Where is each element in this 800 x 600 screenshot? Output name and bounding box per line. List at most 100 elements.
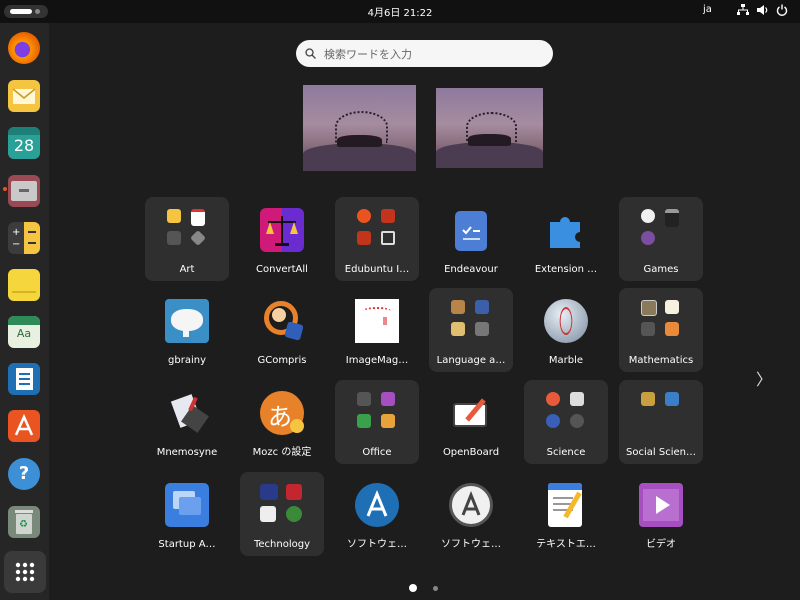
app-openboard[interactable]: OpenBoard (429, 380, 513, 464)
workspace-thumbnail-2[interactable] (436, 88, 543, 168)
page-indicator-active[interactable] (409, 584, 417, 592)
app-imagemagick[interactable]: ImageMag… (335, 288, 419, 372)
app-label: Endeavour (444, 264, 498, 275)
app-label: Social Scien… (626, 447, 696, 458)
folder-games[interactable]: Games (619, 197, 703, 281)
openboard-icon (449, 391, 493, 435)
krita-mini-icon (190, 230, 206, 246)
startup-icon (165, 483, 209, 527)
grid-mini-icon (381, 231, 395, 245)
calendar-icon[interactable]: 28 (8, 127, 40, 159)
folder-art[interactable]: Art (145, 197, 229, 281)
help-icon[interactable]: ? (8, 458, 40, 490)
text-editor-icon (548, 483, 582, 527)
volume-icon[interactable] (757, 4, 769, 16)
app-mnemosyne[interactable]: Mnemosyne (145, 380, 229, 464)
page-indicator[interactable] (433, 586, 438, 591)
app-software-1[interactable]: ソフトウェ… (335, 472, 419, 556)
app-label: Mathematics (628, 355, 694, 366)
app-gcompris[interactable]: GCompris (240, 288, 324, 372)
tech-mini-icon-3 (260, 506, 276, 522)
folder-social-sciences[interactable]: Social Scien… (619, 380, 703, 464)
gcompris-icon (260, 299, 304, 343)
folder-edubuntu[interactable]: Edubuntu I… (335, 197, 419, 281)
science-mini-icon-3 (546, 414, 560, 428)
app-label: Marble (548, 355, 584, 366)
folder-office[interactable]: Office (335, 380, 419, 464)
impress-mini-icon (381, 392, 395, 406)
app-mozc-settings[interactable]: あ Mozc の設定 (240, 380, 324, 464)
app-convertall[interactable]: ConvertAll (240, 197, 324, 281)
office-mini-icon (357, 392, 371, 406)
firefox-icon[interactable] (8, 32, 40, 64)
game-mini-icon (641, 209, 655, 223)
dictionary-icon[interactable]: Aa (8, 316, 40, 348)
app-extension-manager[interactable]: Extension … (524, 197, 608, 281)
app-label: gbrainy (168, 355, 206, 366)
app-label: OpenBoard (442, 447, 500, 458)
software-store-icon (355, 483, 399, 527)
next-page-arrow-icon[interactable]: 〉 (756, 366, 772, 390)
app-label: Office (362, 447, 392, 458)
app-label: Extension … (534, 264, 598, 275)
calculator-icon[interactable]: + − (8, 222, 40, 254)
sticky-notes-icon[interactable] (8, 269, 40, 301)
app-center-icon[interactable] (8, 410, 40, 442)
app-videos[interactable]: ビデオ (619, 472, 703, 556)
edubuntu-settings-mini-icon (357, 231, 371, 245)
calc-mini-icon (357, 414, 371, 428)
books-mini-icon (451, 300, 465, 314)
search-icon (305, 48, 316, 59)
app-grid-icon (15, 562, 35, 582)
files-icon[interactable] (8, 175, 40, 207)
tech-mini-icon (260, 484, 278, 500)
puzzle-icon (550, 217, 580, 248)
app-label: ImageMag… (345, 355, 409, 366)
science-mini-icon-2 (570, 392, 584, 406)
help-glyph: ? (18, 463, 30, 484)
language-mini-icon (475, 300, 489, 314)
app-label: Edubuntu I… (344, 264, 410, 275)
search-input[interactable] (322, 44, 546, 65)
mail-icon[interactable] (8, 80, 40, 112)
app-gbrainy[interactable]: gbrainy (145, 288, 229, 372)
input-method-indicator[interactable]: ja (703, 4, 712, 15)
app-label: Games (643, 264, 679, 275)
tux-paint-mini-icon (167, 231, 181, 245)
app-label: ビデオ (646, 539, 676, 550)
app-marble[interactable]: Marble (524, 288, 608, 372)
app-label: テキストエ… (536, 539, 596, 550)
app-label: GCompris (257, 355, 307, 366)
app-startup-applications[interactable]: Startup A… (145, 472, 229, 556)
trash-icon[interactable]: ♻ (8, 506, 40, 538)
show-apps-button[interactable] (4, 551, 46, 593)
folder-science[interactable]: Science (524, 380, 608, 464)
top-bar: 4月6日 21:22 ja (0, 0, 800, 23)
app-software-2[interactable]: ソフトウェ… (429, 472, 513, 556)
calendar-mini-icon (191, 209, 205, 226)
power-icon[interactable] (776, 4, 788, 16)
folder-mathematics[interactable]: Mathematics (619, 288, 703, 372)
writer-icon[interactable] (8, 363, 40, 395)
imagemagick-icon (355, 299, 399, 343)
language-mini-icon-2 (451, 322, 465, 336)
brain-icon (165, 299, 209, 343)
edubuntu-mini-icon (381, 209, 395, 223)
clock[interactable]: 4月6日 21:22 (0, 4, 800, 19)
workspace-thumbnail-1[interactable] (303, 85, 416, 171)
app-label: Science (546, 447, 586, 458)
app-label: ソフトウェ… (441, 539, 501, 550)
fritzing-mini-icon (286, 484, 302, 500)
search-bar[interactable] (296, 40, 553, 67)
calendar-date: 28 (13, 136, 35, 155)
folder-language[interactable]: Language a… (429, 288, 513, 372)
social-mini-icon (641, 392, 655, 406)
network-icon[interactable] (737, 4, 749, 16)
endeavour-icon (455, 211, 487, 251)
folder-technology[interactable]: Technology (240, 472, 324, 556)
science-mini-icon-4 (570, 414, 584, 428)
convertall-icon (260, 208, 304, 252)
app-endeavour[interactable]: Endeavour (429, 197, 513, 281)
inkscape-mini-icon (167, 209, 181, 223)
app-text-editor[interactable]: テキストエ… (524, 472, 608, 556)
